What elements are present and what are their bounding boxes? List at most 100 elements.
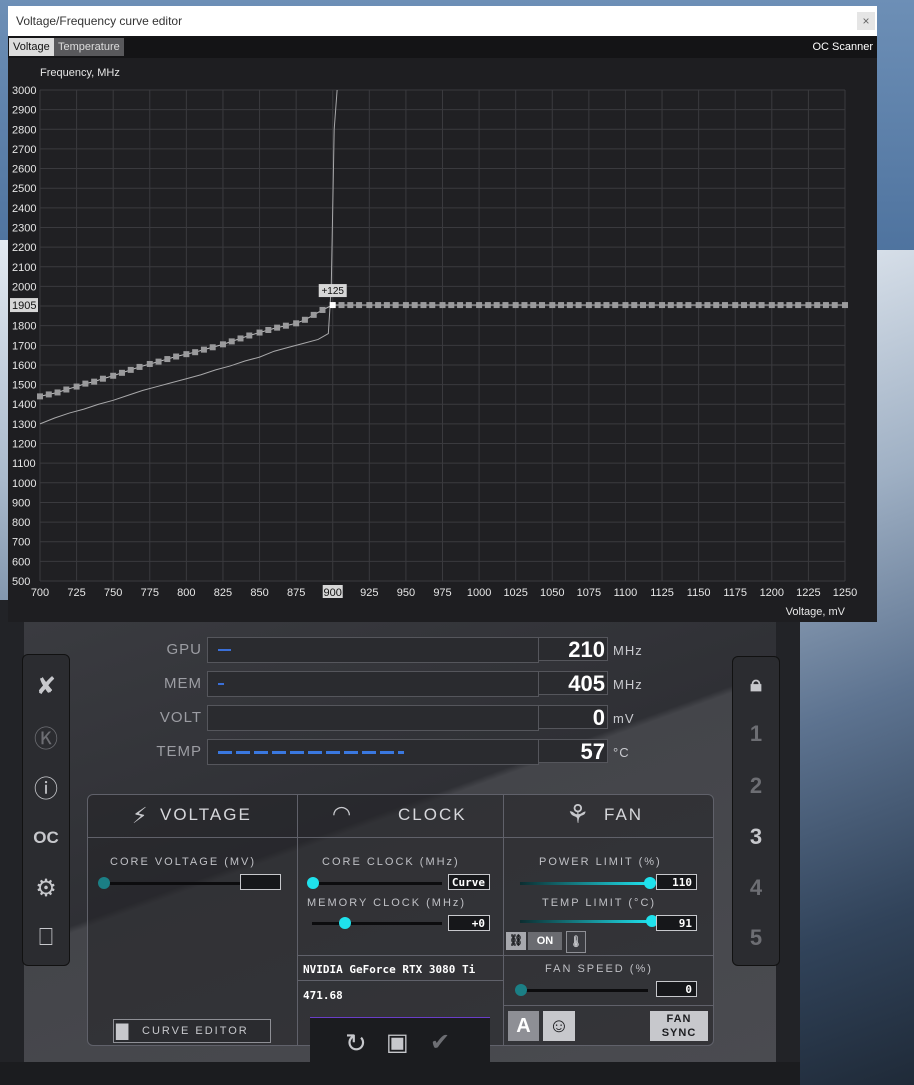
readout-bar: [207, 705, 539, 731]
fan-speed-input[interactable]: 0: [656, 981, 697, 997]
fan-sync-button[interactable]: FAN SYNC: [650, 1011, 708, 1041]
readout-bar: [207, 739, 539, 765]
thermometer-icon[interactable]: 🌡︎: [566, 931, 586, 953]
curve-point: [209, 344, 216, 351]
curve-point: [721, 302, 728, 309]
curve-editor-button[interactable]: ▇ CURVE EDITOR: [113, 1019, 271, 1043]
core-voltage-label: CORE VOLTAGE (MV): [110, 856, 257, 868]
curve-point: [310, 311, 317, 318]
core-voltage-input[interactable]: [240, 874, 281, 890]
lock-icon[interactable]: 🔒︎: [733, 661, 779, 707]
x-tick-label: 925: [360, 587, 378, 599]
y-tick-label: 2200: [12, 242, 36, 254]
driver-version: 471.68: [303, 989, 343, 1002]
fan-speed-slider-knob[interactable]: [515, 984, 527, 996]
core-clock-label: CORE CLOCK (MHz): [322, 856, 460, 868]
msi-logo-icon[interactable]: ✘: [23, 663, 69, 709]
curve-point: [465, 302, 472, 309]
y-tick-label: 3000: [12, 85, 36, 97]
apply-check-icon[interactable]: ✔: [430, 1028, 450, 1057]
info-icon[interactable]: ⓘ: [23, 763, 69, 809]
curve-point: [585, 302, 592, 309]
y-tick-label: 2300: [12, 222, 36, 234]
profile-4-button[interactable]: 4: [733, 865, 779, 911]
curve-editor-label: CURVE EDITOR: [142, 1025, 249, 1037]
selected-curve-point: [329, 302, 336, 309]
core-clock-slider-track[interactable]: [312, 882, 442, 885]
temp-limit-slider-track[interactable]: [520, 920, 650, 923]
y-tick-label: 900: [12, 497, 30, 509]
profile-3-button[interactable]: 3: [733, 814, 779, 860]
tab-voltage[interactable]: Voltage: [9, 38, 54, 56]
curve-point: [795, 302, 802, 309]
core-voltage-slider-track[interactable]: [102, 882, 242, 885]
memory-clock-label: MEMORY CLOCK (MHz): [307, 897, 467, 909]
readout-unit: MHz: [613, 643, 643, 658]
memory-clock-input[interactable]: +0: [448, 915, 490, 931]
power-limit-slider-knob[interactable]: [644, 877, 656, 889]
curve-point: [173, 353, 180, 360]
memory-clock-slider-track[interactable]: [312, 922, 442, 925]
kombustor-icon[interactable]: Ⓚ: [23, 713, 69, 759]
point-offset-label: +125: [321, 286, 344, 297]
readout-temp: TEMP 57 °C: [130, 738, 670, 765]
x-tick-label: 950: [397, 587, 415, 599]
left-toolbar: ✘ Ⓚ ⓘ OC ⚙ ⎕: [22, 654, 70, 966]
x-tick-label: 700: [31, 587, 49, 599]
core-voltage-slider-knob[interactable]: [98, 877, 110, 889]
oc-scanner-link[interactable]: OC Scanner: [812, 41, 873, 53]
vf-curve-chart[interactable]: 700 725 750 775 800 825 850 875 900 925 950 975 1000…: [8, 58, 877, 622]
curve-point: [347, 302, 354, 309]
x-tick-label: 750: [104, 587, 122, 599]
reset-icon[interactable]: ↻: [345, 1028, 367, 1059]
power-limit-slider-track[interactable]: [520, 882, 648, 885]
y-tick-label: 2500: [12, 183, 36, 195]
profile-1-button[interactable]: 1: [733, 711, 779, 757]
curve-point: [375, 302, 382, 309]
power-limit-input[interactable]: 110: [656, 874, 697, 890]
x-tick-label: 1100: [614, 587, 638, 599]
y-tick-label: 2000: [12, 281, 36, 293]
curve-point: [457, 302, 464, 309]
memory-clock-slider-knob[interactable]: [339, 917, 351, 929]
curve-point: [667, 302, 674, 309]
link-chain-icon[interactable]: ⛓︎: [506, 932, 526, 950]
curve-point: [164, 356, 171, 363]
fan-icon: ⚘: [566, 799, 590, 829]
y-tick-label: 1000: [12, 478, 36, 490]
link-toggle-button[interactable]: ON: [528, 932, 562, 950]
profile-5-button[interactable]: 5: [733, 915, 779, 961]
oc-scanner-icon[interactable]: OC: [23, 815, 69, 861]
clock-section-title: CLOCK: [398, 805, 467, 824]
x-tick-label: 875: [287, 587, 305, 599]
settings-gear-icon[interactable]: ⚙: [23, 865, 69, 911]
fan-auto-button[interactable]: A: [508, 1011, 539, 1041]
curve-point: [777, 302, 784, 309]
y-tick-label: 1700: [12, 340, 36, 352]
core-clock-slider-knob[interactable]: [307, 877, 319, 889]
fan-speed-slider-track[interactable]: [520, 989, 648, 992]
fan-user-profile-icon[interactable]: ☺: [543, 1011, 575, 1041]
tab-temperature[interactable]: Temperature: [54, 38, 124, 56]
readout-label: TEMP: [156, 743, 202, 760]
tab-bar: Voltage Temperature OC Scanner: [8, 36, 877, 58]
readout-bar: [207, 637, 539, 663]
curve-point: [256, 329, 263, 336]
save-icon[interactable]: ▣: [386, 1028, 409, 1057]
curve-point: [73, 383, 80, 390]
x-tick-label: 1025: [503, 587, 527, 599]
temp-limit-input[interactable]: 91: [656, 915, 697, 931]
curve-point: [448, 302, 455, 309]
bar-chart-icon: ▇: [116, 1023, 129, 1040]
x-tick-label: 1000: [467, 587, 491, 599]
readout-volt: VOLT 0 mV: [130, 704, 670, 731]
curve-point: [741, 302, 748, 309]
readout-unit: °C: [613, 745, 630, 760]
x-tick-label: 800: [177, 587, 195, 599]
monitor-icon[interactable]: ⎕: [23, 915, 69, 961]
curve-point: [822, 302, 829, 309]
curve-point: [301, 316, 308, 323]
core-clock-input[interactable]: Curve: [448, 874, 490, 890]
profile-2-button[interactable]: 2: [733, 763, 779, 809]
close-button[interactable]: ×: [857, 12, 875, 30]
